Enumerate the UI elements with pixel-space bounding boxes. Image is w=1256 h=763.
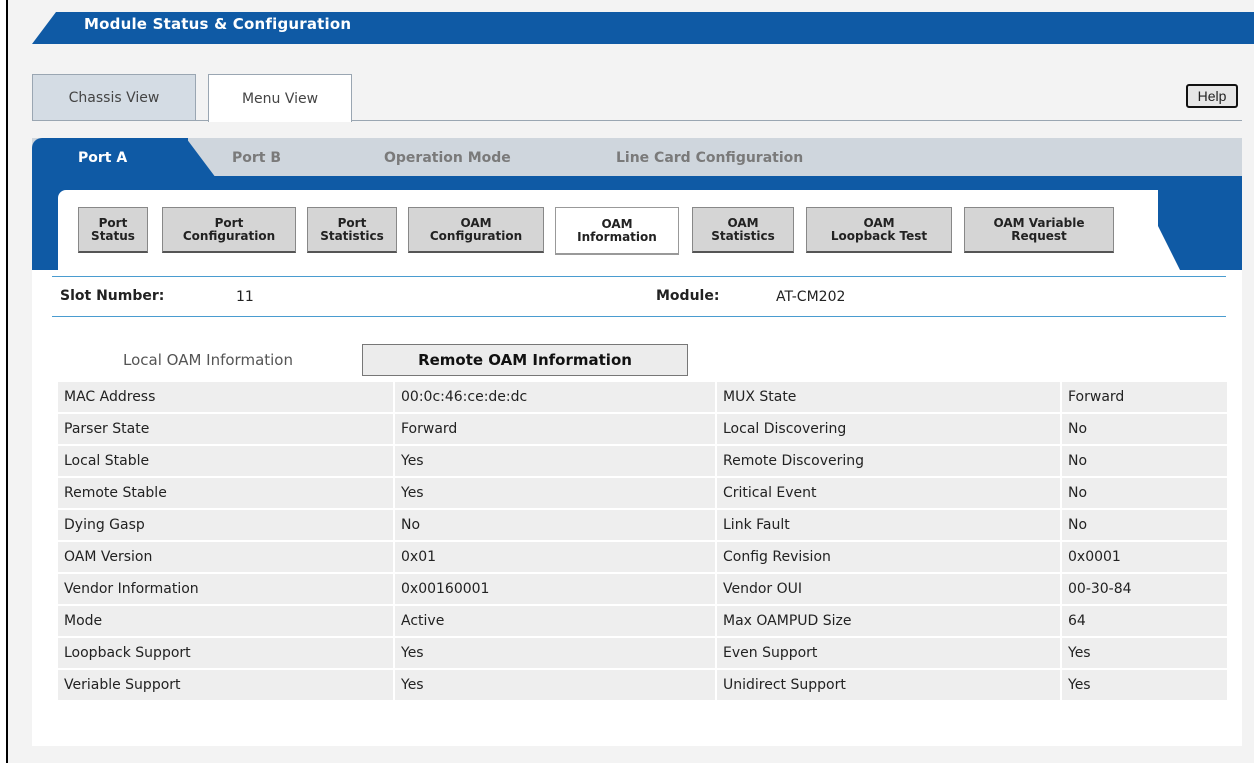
field-value: Yes [395, 670, 715, 700]
slot-number-value: 11 [236, 289, 254, 305]
subtab-line2: Configuration [182, 228, 276, 243]
field-label: Dying Gasp [58, 510, 393, 540]
tab-chassis-view[interactable]: Chassis View [32, 74, 196, 120]
subtab-oam-variable-request[interactable]: OAM Variable Request [964, 207, 1114, 253]
subtab-line2: Request [1011, 228, 1067, 243]
field-label: Vendor Information [58, 574, 393, 604]
divider-bottom [52, 316, 1226, 317]
table-row: Vendor Information 0x00160001 Vendor OUI 00… [58, 574, 1227, 604]
subtab-line2: Statistics [711, 228, 775, 243]
field-label: Config Revision [717, 542, 1060, 572]
field-value: 0x01 [395, 542, 715, 572]
field-label: MUX State [717, 382, 1060, 412]
sub-tab-area-slant [1120, 190, 1180, 270]
field-value: Active [395, 606, 715, 636]
field-value: 64 [1062, 606, 1227, 636]
field-label: Critical Event [717, 478, 1060, 508]
field-label: Vendor OUI [717, 574, 1060, 604]
banner-slant-mask [32, 12, 56, 44]
table-row: Remote Stable Yes Critical Event No [58, 478, 1227, 508]
subtab-oam-information[interactable]: OAM Information [555, 207, 679, 255]
field-label: Remote Discovering [717, 446, 1060, 476]
tab-port-b[interactable]: Port B [232, 150, 281, 166]
subtab-line2: Status [91, 228, 135, 243]
table-row: OAM Version 0x01 Config Revision 0x0001 [58, 542, 1227, 572]
field-label: Loopback Support [58, 638, 393, 668]
field-label: Veriable Support [58, 670, 393, 700]
table-row: Dying Gasp No Link Fault No [58, 510, 1227, 540]
field-value: Yes [395, 638, 715, 668]
field-value: Forward [1062, 382, 1227, 412]
field-value: No [1062, 510, 1227, 540]
view-tabs-baseline [32, 120, 208, 121]
subtab-line2: Loopback Test [830, 228, 928, 243]
tab-remote-oam-information[interactable]: Remote OAM Information [362, 344, 688, 376]
field-label: Link Fault [717, 510, 1060, 540]
tab-menu-view[interactable]: Menu View [208, 74, 352, 122]
field-value: No [395, 510, 715, 540]
module-value: AT-CM202 [776, 289, 846, 305]
tab-operation-mode[interactable]: Operation Mode [384, 150, 511, 166]
subtab-line1: Port [337, 215, 367, 230]
field-label: OAM Version [58, 542, 393, 572]
field-label: Local Stable [58, 446, 393, 476]
field-label: Max OAMPUD Size [717, 606, 1060, 636]
table-row: Veriable Support Yes Unidirect Support Yes [58, 670, 1227, 700]
field-value: 0x0001 [1062, 542, 1227, 572]
field-value: 00-30-84 [1062, 574, 1227, 604]
field-label: Unidirect Support [717, 670, 1060, 700]
subtab-line1: OAM [601, 216, 633, 231]
subtab-line1: Port [214, 215, 244, 230]
field-label: Even Support [717, 638, 1060, 668]
field-value: Yes [1062, 638, 1227, 668]
subtab-line2: Information [577, 229, 657, 244]
field-value: Yes [395, 446, 715, 476]
subtab-line1: OAM Variable [993, 215, 1085, 230]
tab-line-card-configuration[interactable]: Line Card Configuration [616, 150, 803, 166]
tab-port-a[interactable]: Port A [78, 150, 127, 166]
table-row: Loopback Support Yes Even Support Yes [58, 638, 1227, 668]
subtab-oam-statistics[interactable]: OAM Statistics [692, 207, 794, 253]
field-value: 00:0c:46:ce:de:dc [395, 382, 715, 412]
subtab-port-status[interactable]: Port Status [78, 207, 148, 253]
table-row: Parser State Forward Local Discovering No [58, 414, 1227, 444]
divider-top [52, 276, 1226, 277]
subtab-line1: OAM [460, 215, 492, 230]
field-value: Yes [395, 478, 715, 508]
page-title: Module Status & Configuration [84, 15, 352, 33]
view-tabs-baseline-right [352, 120, 1242, 121]
subtab-oam-loopback-test[interactable]: OAM Loopback Test [806, 207, 952, 253]
subtab-oam-configuration[interactable]: OAM Configuration [408, 207, 544, 253]
port-tab-active-slant [186, 138, 216, 178]
field-label: Remote Stable [58, 478, 393, 508]
module-label: Module: [656, 288, 720, 304]
help-button[interactable]: Help [1186, 84, 1238, 108]
subtab-line1: Port [98, 215, 128, 230]
field-value: Forward [395, 414, 715, 444]
field-value: 0x00160001 [395, 574, 715, 604]
subtab-line2: Statistics [320, 228, 384, 243]
field-label: Local Discovering [717, 414, 1060, 444]
field-value: No [1062, 478, 1227, 508]
field-label: MAC Address [58, 382, 393, 412]
field-value: Yes [1062, 670, 1227, 700]
subtab-port-statistics[interactable]: Port Statistics [307, 207, 397, 253]
field-label: Mode [58, 606, 393, 636]
frame-right-curve [1190, 176, 1242, 192]
slot-number-label: Slot Number: [60, 288, 165, 304]
field-label: Parser State [58, 414, 393, 444]
subtab-line1: OAM [863, 215, 895, 230]
tab-local-oam-information[interactable]: Local OAM Information [58, 344, 358, 376]
field-value: No [1062, 414, 1227, 444]
table-row: MAC Address 00:0c:46:ce:de:dc MUX State For… [58, 382, 1227, 412]
remote-oam-info-table: MAC Address 00:0c:46:ce:de:dc MUX State For… [56, 380, 1229, 702]
field-value: No [1062, 446, 1227, 476]
subtab-port-configuration[interactable]: Port Configuration [162, 207, 296, 253]
table-row: Mode Active Max OAMPUD Size 64 [58, 606, 1227, 636]
subtab-line2: Configuration [429, 228, 523, 243]
subtab-line1: OAM [727, 215, 759, 230]
table-row: Local Stable Yes Remote Discovering No [58, 446, 1227, 476]
